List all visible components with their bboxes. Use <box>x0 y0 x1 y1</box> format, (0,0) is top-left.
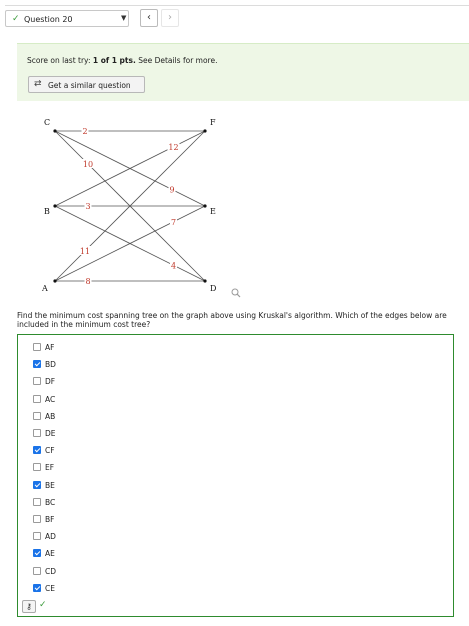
checkbox-bd[interactable] <box>33 360 41 369</box>
option-label: AE <box>45 549 55 559</box>
node-label-E: E <box>210 207 216 216</box>
option-label: DE <box>45 429 56 438</box>
key-icon[interactable]: ⚷ <box>22 600 36 613</box>
option-label: AD <box>45 532 56 542</box>
option-label: AF <box>45 343 55 352</box>
zoom-icon[interactable] <box>231 288 241 298</box>
edge-weight-CF: 2 <box>82 127 87 136</box>
checkbox-ad[interactable] <box>33 532 41 541</box>
option-label: EF <box>45 463 55 473</box>
node-label-D: D <box>210 284 216 293</box>
edge-weight-BF: 12 <box>168 143 178 152</box>
option-label: AC <box>45 394 56 404</box>
edge-weight-AF: 11 <box>80 247 90 256</box>
checkbox-ce[interactable] <box>33 583 41 592</box>
node-D <box>203 279 207 283</box>
checkbox-cd[interactable] <box>33 566 41 575</box>
graph-figure: 2 10 9 12 3 4 11 7 8 C B A F E D <box>41 118 216 293</box>
checkbox-bf[interactable] <box>33 515 41 523</box>
node-label-B: B <box>44 207 50 216</box>
option-label: BD <box>45 360 56 370</box>
node-E <box>203 204 207 208</box>
checkbox-df[interactable] <box>33 377 41 386</box>
checkbox-be[interactable] <box>33 480 41 489</box>
answer-box: ⚷ ✓ AF BD DF AC AB DE CF EF BE BC BF AD AE CD CE <box>17 334 454 617</box>
option-label: CE <box>45 583 55 593</box>
edge-weight-CD: 10 <box>83 160 93 169</box>
edge-weight-AD: 8 <box>85 277 90 286</box>
checkbox-bc[interactable] <box>33 497 41 506</box>
checkbox-ac[interactable] <box>33 394 41 403</box>
option-label: BF <box>45 515 55 524</box>
correct-check-icon: ✓ <box>39 600 47 610</box>
node-label-F: F <box>210 118 216 127</box>
option-label: BC <box>45 497 56 507</box>
option-label: AB <box>45 411 56 421</box>
checkbox-ae[interactable] <box>33 549 41 558</box>
checkbox-ef[interactable] <box>33 463 41 472</box>
node-A <box>53 279 57 283</box>
option-label: DF <box>45 377 56 387</box>
edge-weight-CE: 9 <box>169 186 174 195</box>
problem-text: Find the minimum cost spanning tree on t… <box>17 311 447 329</box>
option-label: CF <box>45 446 55 456</box>
node-F <box>203 129 207 133</box>
edge-weight-AE: 7 <box>171 218 176 227</box>
node-label-A: A <box>41 284 48 293</box>
option-label: BE <box>45 480 55 490</box>
checkbox-de[interactable] <box>33 429 41 437</box>
node-B <box>53 204 57 208</box>
edge-weight-BE: 3 <box>85 202 90 211</box>
option-label: CD <box>45 566 57 576</box>
checkbox-af[interactable] <box>33 343 41 351</box>
node-label-C: C <box>44 118 50 127</box>
checkbox-cf[interactable] <box>33 446 41 455</box>
checkbox-ab[interactable] <box>33 411 41 420</box>
edge-weight-BD: 4 <box>171 261 176 270</box>
node-C <box>53 129 57 133</box>
